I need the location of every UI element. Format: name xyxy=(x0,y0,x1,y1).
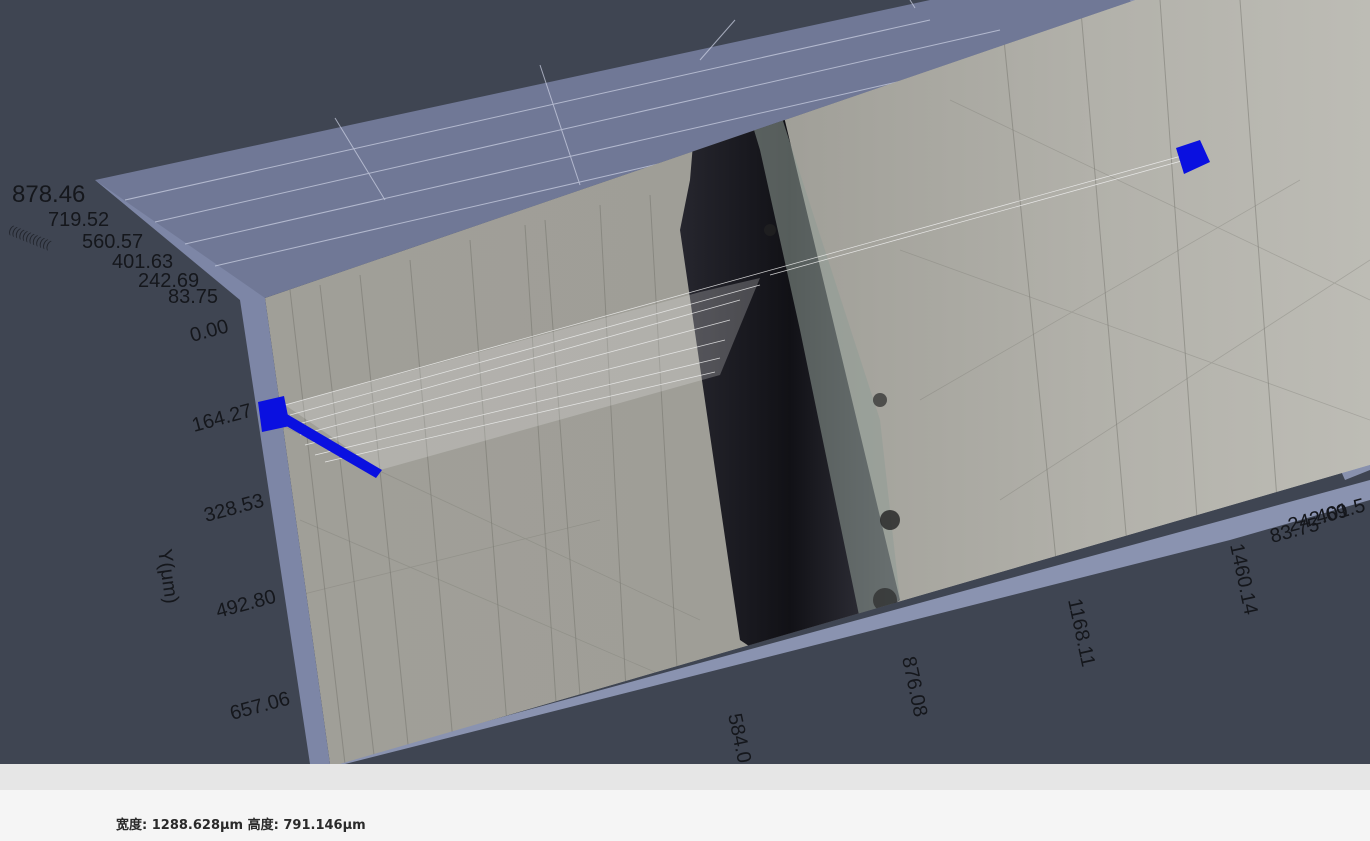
3d-viewport[interactable]: 878.46 719.52 560.57 401.63 242.69 83.75… xyxy=(0,0,1370,764)
height-label: 高度: xyxy=(247,818,279,833)
y-tick: 328.53 xyxy=(202,490,267,527)
width-label: 宽度: xyxy=(116,818,148,833)
width-value: 1288.628μm xyxy=(151,818,244,833)
y-tick: 0.00 xyxy=(188,316,231,347)
y-tick: 657.06 xyxy=(228,688,293,725)
x-tick: 876.08 xyxy=(897,654,931,718)
dimension-readout: 宽度: 1288.628μm 高度: 791.146μm xyxy=(116,814,366,833)
z-axis-title-mirrored: (((((((((((( xyxy=(7,224,53,252)
z-tick: 83.75 xyxy=(168,286,218,308)
z-tick: 719.52 xyxy=(48,209,109,231)
x-tick: 1168.11 xyxy=(1063,596,1099,668)
y-tick: 164.27 xyxy=(190,400,255,437)
z-tick: 560.57 xyxy=(82,231,143,253)
surface-3d-scene[interactable]: 878.46 719.52 560.57 401.63 242.69 83.75… xyxy=(0,0,1370,764)
y-axis-title: Y(μm) xyxy=(153,548,182,605)
y-tick: 492.80 xyxy=(214,586,279,623)
panel-divider xyxy=(0,764,1370,790)
x-tick: 584.0 xyxy=(723,711,755,764)
x-tick: 1460.14 xyxy=(1225,541,1262,616)
height-value: 791.146μm xyxy=(283,818,366,833)
z-tick: 878.46 xyxy=(12,181,85,208)
